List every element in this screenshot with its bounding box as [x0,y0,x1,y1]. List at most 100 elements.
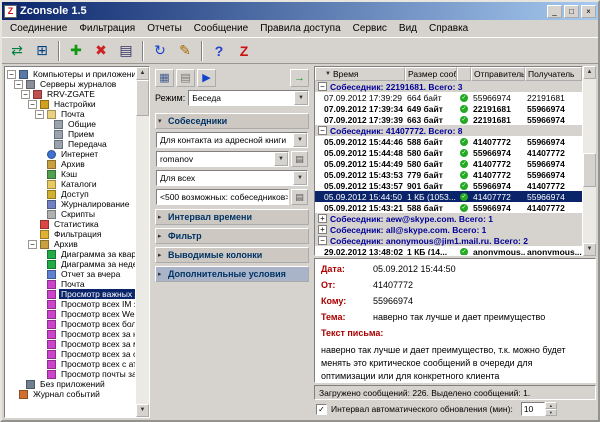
group-expander-icon[interactable]: − [318,236,327,245]
tree-item[interactable]: Отчет за вчера [7,269,135,279]
tree-item[interactable]: Доступ [7,189,135,199]
group-row[interactable]: −Собеседник: anonymous@jim1.mail.ru. Все… [315,235,582,246]
menu-item-4[interactable]: Правила доступа [254,22,346,35]
refresh-interval-spinner[interactable]: 10 ▲ ▼ [521,402,557,416]
scrollbar-thumb[interactable] [136,80,149,116]
section-time-interval[interactable]: ▸ Интервал времени [155,209,309,225]
scrollbar-track[interactable] [136,80,149,404]
tree-item[interactable]: Просмотр всех IM за неделю [7,299,135,309]
tree-expander-icon[interactable]: − [28,240,37,249]
tree-item[interactable]: Скрипты [7,209,135,219]
maximize-button[interactable]: □ [564,5,579,18]
message-row[interactable]: 05.09.2012 15:44:46588 байт✓414077725596… [315,136,582,147]
message-row[interactable]: 07.09.2012 17:39:29664 байт✓559669742219… [315,92,582,103]
group-expander-icon[interactable]: + [318,225,327,234]
menu-item-0[interactable]: Соединение [4,22,73,35]
tree-item[interactable]: Просмотр почты за неделю [7,369,135,379]
auto-refresh-checkbox[interactable]: ✓ [316,404,327,415]
menu-item-1[interactable]: Фильтрация [73,22,141,35]
tree-item[interactable]: Общие [7,119,135,129]
tree-item[interactable]: Передача [7,139,135,149]
tree-item[interactable]: Просмотр важных за сегодня [7,289,135,299]
tree-expander-icon[interactable]: − [35,110,44,119]
address-book-button[interactable]: ▤ [291,151,308,167]
scroll-up-button[interactable]: ▲ [583,66,596,79]
group-expander-icon[interactable]: − [318,126,327,135]
properties-button[interactable]: ▤ [114,40,138,62]
tree-item[interactable]: Просмотр всех за сегодня [7,349,135,359]
message-row[interactable]: 29.02.2012 13:48:021 КБ (14...✓anonymous… [315,246,582,255]
message-row[interactable]: 05.09.2012 15:44:49580 байт✓414077725596… [315,158,582,169]
connect-button[interactable]: ⇄ [5,40,29,62]
tree-item[interactable]: Без приложений [7,379,135,389]
tree-item[interactable]: Архив [7,159,135,169]
column-header-size[interactable]: Размер сооб... [405,67,457,81]
tree-item[interactable]: Прием [7,129,135,139]
tree-item[interactable]: Просмотр всех за месяц [7,339,135,349]
contact-select[interactable]: romanov ▼ [156,151,289,167]
menu-item-2[interactable]: Отчеты [141,22,188,35]
tree-item[interactable]: Просмотр всех Web за неделю [7,309,135,319]
possible-conversers-field[interactable]: <500 возможных: собеседников> [156,189,289,205]
tree-item[interactable]: Статистика [7,219,135,229]
spin-up-button[interactable]: ▲ [545,402,557,409]
tree-item[interactable]: Диаграмма за квартал [7,249,135,259]
tree-item[interactable]: Диаграмма за неделю [7,259,135,269]
group-row[interactable]: −Собеседник: 22191681. Всего: 3 [315,81,582,92]
help-button[interactable]: ? [207,40,231,62]
print-button[interactable]: ▤ [176,69,195,87]
group-expander-icon[interactable]: + [318,214,327,223]
tree-item[interactable]: Каталоги [7,179,135,189]
about-zgate-button[interactable]: Z [232,40,256,62]
contact-filter-select[interactable]: Для контакта из адресной книги ▼ [156,132,308,148]
menu-item-7[interactable]: Справка [423,22,474,35]
message-row[interactable]: 05.09.2012 15:43:57901 байт✓559669744140… [315,180,582,191]
column-header-sender[interactable]: Отправитель [471,67,525,81]
edit-rules-button[interactable]: ✎ [173,40,197,62]
tree-item[interactable]: Кэш [7,169,135,179]
tree-item[interactable]: −Архив [7,239,135,249]
tree-item[interactable]: Просмотр всех с атрибутами [7,359,135,369]
tree-item[interactable]: Просмотр всех за неделю [7,329,135,339]
tree-expander-icon[interactable]: − [14,80,23,89]
menu-item-3[interactable]: Сообщение [188,22,254,35]
group-row[interactable]: +Собеседник: aew@skype.com. Всего: 1 [315,213,582,224]
column-header-status[interactable] [457,67,471,81]
tree-item[interactable]: −Почта [7,109,135,119]
save-button[interactable]: ▦ [155,69,174,87]
group-row[interactable]: +Собеседник: all@skype.com. Всего: 1 [315,224,582,235]
grid-scrollbar[interactable]: ▲ ▼ [583,66,596,256]
tree-item[interactable]: Просмотр всех больше 10 Мб [7,319,135,329]
mode-select[interactable]: Беседа ▼ [188,90,309,106]
tree-item[interactable]: Почта [7,279,135,289]
scroll-down-button[interactable]: ▼ [136,404,149,417]
section-columns[interactable]: ▸ Выводимые колонки [155,247,309,263]
tree-item[interactable]: −Компьютеры и приложения [7,69,135,79]
column-header-receiver[interactable]: Получатель [525,67,582,81]
conversers-list-button[interactable]: ▤ [291,189,308,205]
tree-item[interactable]: Фильтрация [7,229,135,239]
section-conversers[interactable]: ▾ Собеседники [155,113,309,129]
tree-item[interactable]: Журнал событий [7,389,135,399]
tree-item[interactable]: −RRV-ZGATE [7,89,135,99]
minimize-button[interactable]: _ [547,5,562,18]
delete-button[interactable]: ✖ [89,40,113,62]
section-filter[interactable]: ▸ Фильтр [155,228,309,244]
message-row[interactable]: 05.09.2012 15:43:21588 байт✓559669744140… [315,202,582,213]
message-row[interactable]: 05.09.2012 15:43:53779 байт✓414077725596… [315,169,582,180]
message-row[interactable]: 05.09.2012 15:44:48580 байт✓559669744140… [315,147,582,158]
add-computer-button[interactable]: ⊞ [30,40,54,62]
tree-item[interactable]: −Настройки [7,99,135,109]
refresh-button[interactable]: ↻ [148,40,172,62]
apply-button[interactable]: → [290,69,309,87]
tree-scrollbar[interactable]: ▲ ▼ [136,67,149,417]
menu-item-5[interactable]: Сервис [347,22,393,35]
scroll-down-button[interactable]: ▼ [583,243,596,256]
scrollbar-track[interactable] [583,79,596,243]
run-query-button[interactable]: ▶ [197,69,216,87]
spin-down-button[interactable]: ▼ [545,409,557,416]
scrollbar-thumb[interactable] [583,153,596,187]
message-row[interactable]: 07.09.2012 17:39:34649 байт✓221916815596… [315,103,582,114]
message-row[interactable]: 05.09.2012 15:44:501 КБ (1053...✓4140777… [315,191,582,202]
message-row[interactable]: 07.09.2012 17:39:39663 байт✓221916815596… [315,114,582,125]
